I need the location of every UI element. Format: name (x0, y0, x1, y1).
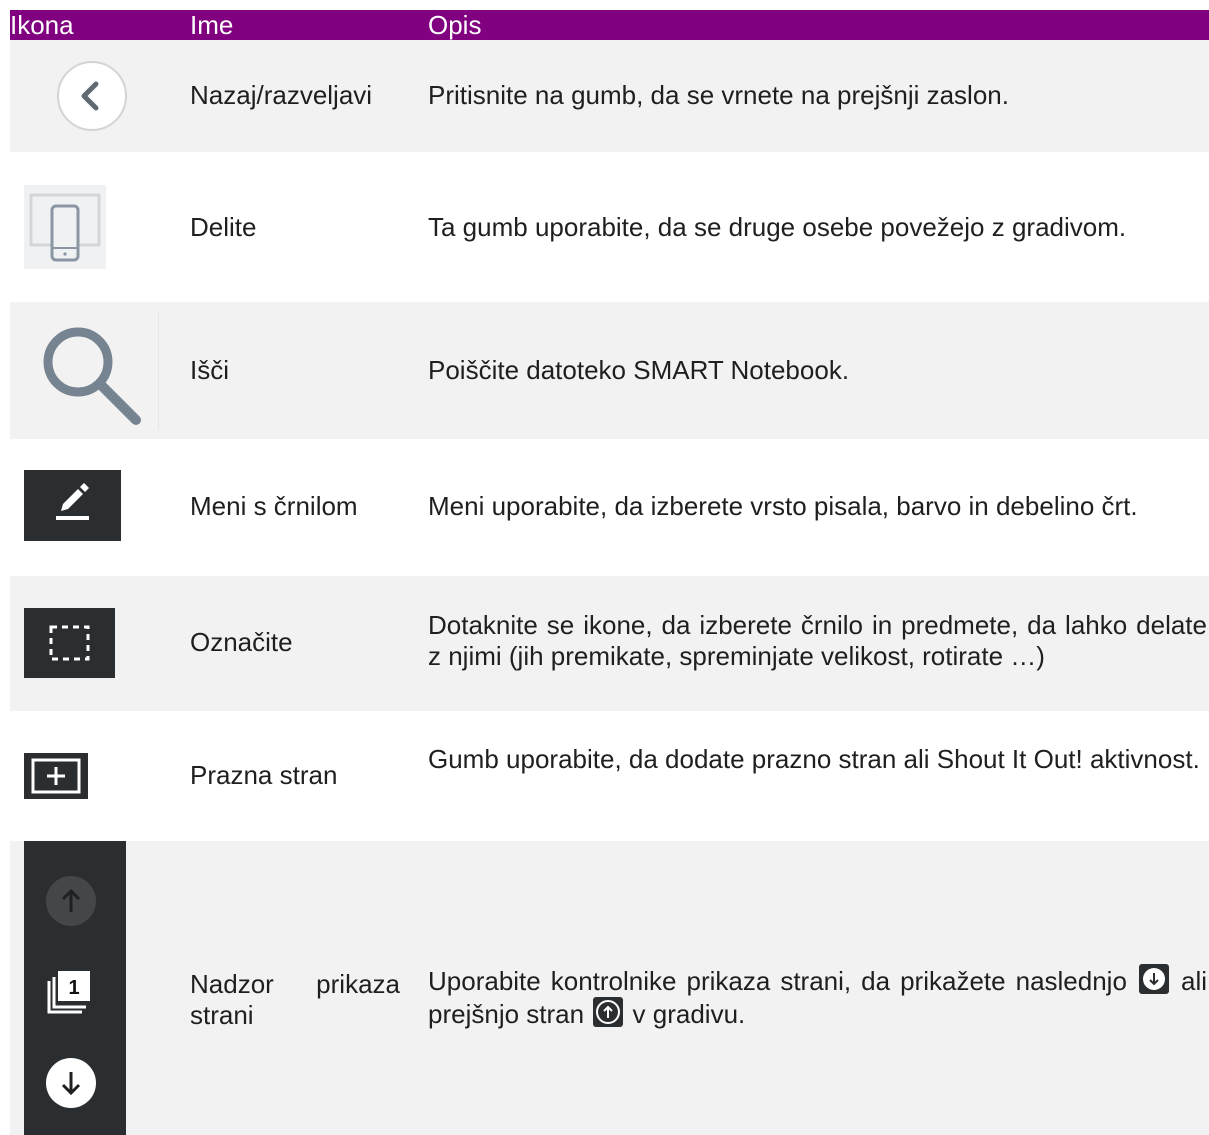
header-desc-column: Opis (428, 10, 482, 40)
arrow-up-circle-icon (593, 997, 624, 1027)
previous-page-arrow-up-icon[interactable] (45, 875, 97, 927)
search-icon (26, 312, 159, 430)
back-undo-icon (56, 60, 128, 132)
row-description: Uporabite kontrolnike prikaza strani, da… (428, 964, 1207, 1030)
row-description: Gumb uporabite, da dodate prazno stran a… (428, 744, 1200, 774)
table-row: Označite Dotaknite se ikone, da izberete… (10, 576, 1209, 711)
row-name: Išči (190, 355, 229, 385)
header-icon-column: Ikona (10, 10, 74, 40)
desc-text-part1: Uporabite kontrolnike prikaza strani, da… (428, 966, 1127, 996)
table-row: Prazna stran Gumb uporabite, da dodate p… (10, 711, 1209, 841)
share-device-icon (24, 185, 106, 269)
select-dashed-rect-icon (24, 608, 115, 678)
next-page-arrow-down-icon[interactable] (45, 1057, 97, 1109)
page-navigation-icon: 1 (24, 841, 126, 1135)
table-row: Išči Poiščite datoteko SMART Notebook. (10, 302, 1209, 439)
row-description: Meni uporabite, da izberete vrsto pisala… (428, 491, 1138, 521)
table-row: 1 Nadzor prikaza strani Uporabite kontro… (10, 841, 1209, 1135)
row-name: Delite (190, 212, 257, 242)
add-page-icon (24, 753, 88, 799)
pen-ink-icon (24, 470, 121, 541)
row-name: Nadzor prikaza strani (190, 969, 400, 1030)
table-row: Nazaj/razveljavi Pritisnite na gumb, da … (10, 40, 1209, 152)
row-name: Označite (190, 627, 293, 657)
row-name: Prazna stran (190, 760, 338, 790)
row-description: Pritisnite na gumb, da se vrnete na prej… (428, 80, 1009, 110)
row-name: Nazaj/razveljavi (190, 80, 373, 110)
row-description: Poiščite datoteko SMART Notebook. (428, 355, 850, 385)
row-description: Ta gumb uporabite, da se druge osebe pov… (428, 212, 1127, 242)
desc-text-part3: v gradivu. (632, 999, 746, 1029)
header-name-column: Ime (190, 10, 234, 40)
table-row: Meni s črnilom Meni uporabite, da izbere… (10, 439, 1209, 576)
row-name: Meni s črnilom (190, 491, 358, 521)
page-number: 1 (68, 977, 79, 999)
table-row: Delite Ta gumb uporabite, da se druge os… (10, 152, 1209, 302)
arrow-down-circle-icon (1138, 964, 1169, 994)
table-header: Ikona Ime Opis (10, 10, 1209, 40)
row-description: Dotaknite se ikone, da izberete črnilo i… (428, 610, 1207, 671)
page-counter-icon: 1 (44, 967, 96, 1017)
